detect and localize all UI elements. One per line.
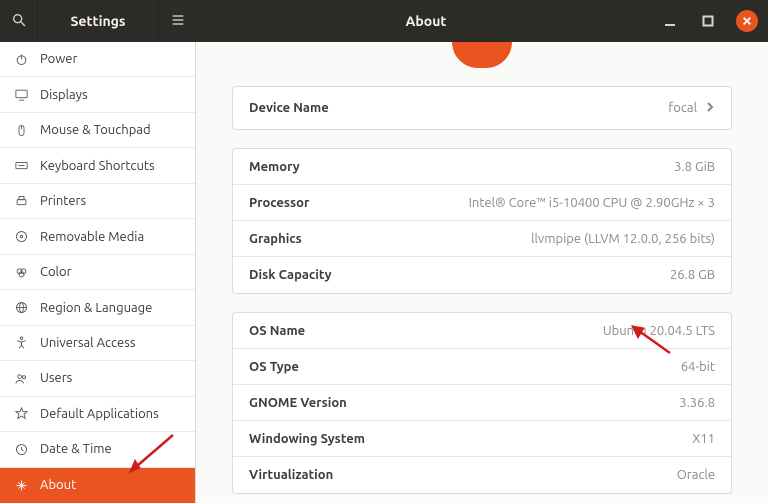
device-name-label: Device Name: [249, 101, 329, 115]
sidebar-item-label: Displays: [40, 88, 88, 102]
graphics-row: Graphics llvmpipe (LLVM 12.0.0, 256 bits…: [233, 221, 731, 257]
sidebar-item-printers[interactable]: Printers: [0, 184, 195, 219]
sidebar-item-label: Date & Time: [40, 442, 112, 456]
gnome-row: GNOME Version 3.36.8: [233, 385, 731, 421]
os-name-value: Ubuntu 20.04.5 LTS: [603, 324, 715, 338]
sidebar-item-keyboard[interactable]: Keyboard Shortcuts: [0, 148, 195, 183]
window-controls: [656, 10, 768, 32]
ws-row: Windowing System X11: [233, 421, 731, 457]
device-name-row[interactable]: Device Name focal: [233, 87, 731, 129]
sidebar-item-mouse[interactable]: Mouse & Touchpad: [0, 113, 195, 148]
titlebar: Settings About: [0, 0, 768, 42]
memory-label: Memory: [249, 160, 300, 174]
sidebar-item-region[interactable]: Region & Language: [0, 290, 195, 325]
graphics-value: llvmpipe (LLVM 12.0.0, 256 bits): [531, 232, 715, 246]
color-icon: [12, 263, 30, 281]
maximize-button[interactable]: [698, 11, 718, 31]
chevron-right-icon: [705, 101, 715, 115]
device-name-card: Device Name focal: [232, 86, 732, 130]
sidebar-item-default-apps[interactable]: Default Applications: [0, 397, 195, 432]
sidebar-item-label: Universal Access: [40, 336, 135, 350]
globe-icon: [12, 299, 30, 317]
disk-label: Disk Capacity: [249, 268, 332, 282]
titlebar-left: Settings: [0, 0, 196, 42]
ubuntu-logo: [196, 42, 768, 68]
power-icon: [12, 50, 30, 68]
hamburger-button[interactable]: [158, 0, 196, 42]
virt-row: Virtualization Oracle: [233, 457, 731, 493]
main-panel: Device Name focal Memory 3.8 GiB Process…: [196, 42, 768, 503]
os-type-value: 64-bit: [681, 360, 715, 374]
page-title: About: [196, 13, 656, 29]
processor-value: Intel® Core™ i5-10400 CPU @ 2.90GHz × 3: [469, 196, 715, 210]
sidebar-item-label: Removable Media: [40, 230, 144, 244]
ws-label: Windowing System: [249, 432, 365, 446]
minimize-button[interactable]: [660, 11, 680, 31]
gnome-value: 3.36.8: [679, 396, 715, 410]
sidebar: Power Displays Mouse & Touchpad Keyboard…: [0, 42, 196, 503]
disk-row: Disk Capacity 26.8 GB: [233, 257, 731, 293]
search-icon: [11, 12, 27, 31]
printers-icon: [12, 192, 30, 210]
os-name-row: OS Name Ubuntu 20.04.5 LTS: [233, 313, 731, 349]
os-card: OS Name Ubuntu 20.04.5 LTS OS Type 64-bi…: [232, 312, 732, 494]
close-button[interactable]: [736, 10, 758, 32]
clock-icon: [12, 440, 30, 458]
virt-value: Oracle: [677, 468, 715, 482]
memory-row: Memory 3.8 GiB: [233, 149, 731, 185]
sidebar-item-label: Region & Language: [40, 301, 152, 315]
sidebar-item-color[interactable]: Color: [0, 255, 195, 290]
sidebar-item-users[interactable]: Users: [0, 361, 195, 396]
sidebar-item-label: Default Applications: [40, 407, 159, 421]
hardware-card: Memory 3.8 GiB Processor Intel® Core™ i5…: [232, 148, 732, 294]
sparkle-icon: [12, 476, 30, 494]
graphics-label: Graphics: [249, 232, 302, 246]
os-name-label: OS Name: [249, 324, 305, 338]
window-body: Power Displays Mouse & Touchpad Keyboard…: [0, 42, 768, 503]
sidebar-item-label: Printers: [40, 194, 86, 208]
sidebar-item-label: Color: [40, 265, 72, 279]
sidebar-item-about[interactable]: About: [0, 468, 195, 503]
os-type-row: OS Type 64-bit: [233, 349, 731, 385]
sidebar-item-removable[interactable]: Removable Media: [0, 219, 195, 254]
sidebar-item-label: Mouse & Touchpad: [40, 123, 151, 137]
sidebar-item-label: Users: [40, 371, 72, 385]
disk-value: 26.8 GB: [670, 268, 715, 282]
processor-row: Processor Intel® Core™ i5-10400 CPU @ 2.…: [233, 185, 731, 221]
hamburger-icon: [170, 12, 186, 31]
virt-label: Virtualization: [249, 468, 333, 482]
star-icon: [12, 405, 30, 423]
keyboard-icon: [12, 157, 30, 175]
processor-label: Processor: [249, 196, 309, 210]
sidebar-item-power[interactable]: Power: [0, 42, 195, 77]
search-button[interactable]: [0, 0, 38, 42]
device-name-value: focal: [668, 101, 697, 115]
sidebar-item-universal[interactable]: Universal Access: [0, 326, 195, 361]
sidebar-item-label: About: [40, 478, 76, 492]
mouse-icon: [12, 121, 30, 139]
accessibility-icon: [12, 334, 30, 352]
users-icon: [12, 369, 30, 387]
memory-value: 3.8 GiB: [674, 160, 715, 174]
sidebar-item-label: Keyboard Shortcuts: [40, 159, 155, 173]
titlebar-right: About: [196, 0, 768, 42]
sidebar-item-label: Power: [40, 52, 77, 66]
sidebar-item-datetime[interactable]: Date & Time: [0, 432, 195, 467]
settings-title: Settings: [38, 13, 158, 29]
gnome-label: GNOME Version: [249, 396, 347, 410]
ws-value: X11: [692, 432, 715, 446]
displays-icon: [12, 86, 30, 104]
removable-icon: [12, 228, 30, 246]
sidebar-item-displays[interactable]: Displays: [0, 77, 195, 112]
os-type-label: OS Type: [249, 360, 299, 374]
